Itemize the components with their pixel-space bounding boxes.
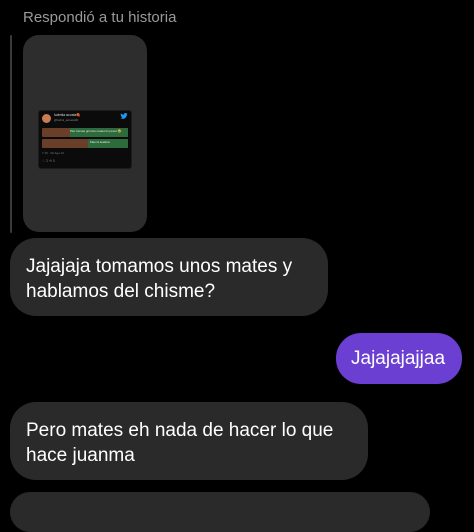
avatar	[42, 114, 51, 123]
reply-header: Respondió a tu historia	[23, 9, 177, 26]
tweet-screenshot: ludmila acosta🍓 @ludmi_acosta00 Pier tui…	[38, 110, 132, 169]
incoming-message-bubble[interactable]: Jajajaja tomamos unos mates y hablamos d…	[10, 238, 328, 316]
tweet-chat-text: Pier tuimas grnmce mates lin pecel 😂	[70, 129, 122, 133]
tweet-author-handle: @ludmi_acosta00	[54, 118, 79, 122]
tweet-timestamp: 7:15 · 09 Ago 22	[42, 151, 65, 155]
message-text: Jajajajajjaa	[351, 348, 446, 369]
story-thumbnail[interactable]: 😂😂😂 ludmila acosta🍓 @ludmi_acosta00 Pier…	[23, 35, 147, 232]
incoming-message-bubble[interactable]	[10, 492, 430, 532]
message-text: Jajajaja tomamos unos mates y hablamos d…	[26, 256, 293, 302]
tweet-chat-text: Mae la tealaria	[90, 140, 110, 144]
tweet-chat-row: Pier tuimas grnmce mates lin pecel 😂	[42, 128, 128, 137]
tweet-stats: ♡ 2 ⟲ 0	[42, 159, 55, 163]
twitter-bird-icon	[120, 113, 128, 119]
tweet-chat-row: Mae la tealaria	[42, 139, 128, 148]
tweet-author-name: ludmila acosta🍓	[54, 113, 81, 117]
outgoing-message-bubble[interactable]: Jajajajajjaa	[336, 333, 462, 384]
incoming-message-bubble[interactable]: Pero mates eh nada de hacer lo que hace …	[10, 402, 368, 480]
reply-indicator-bar	[10, 35, 12, 233]
message-text: Pero mates eh nada de hacer lo que hace …	[26, 420, 334, 466]
